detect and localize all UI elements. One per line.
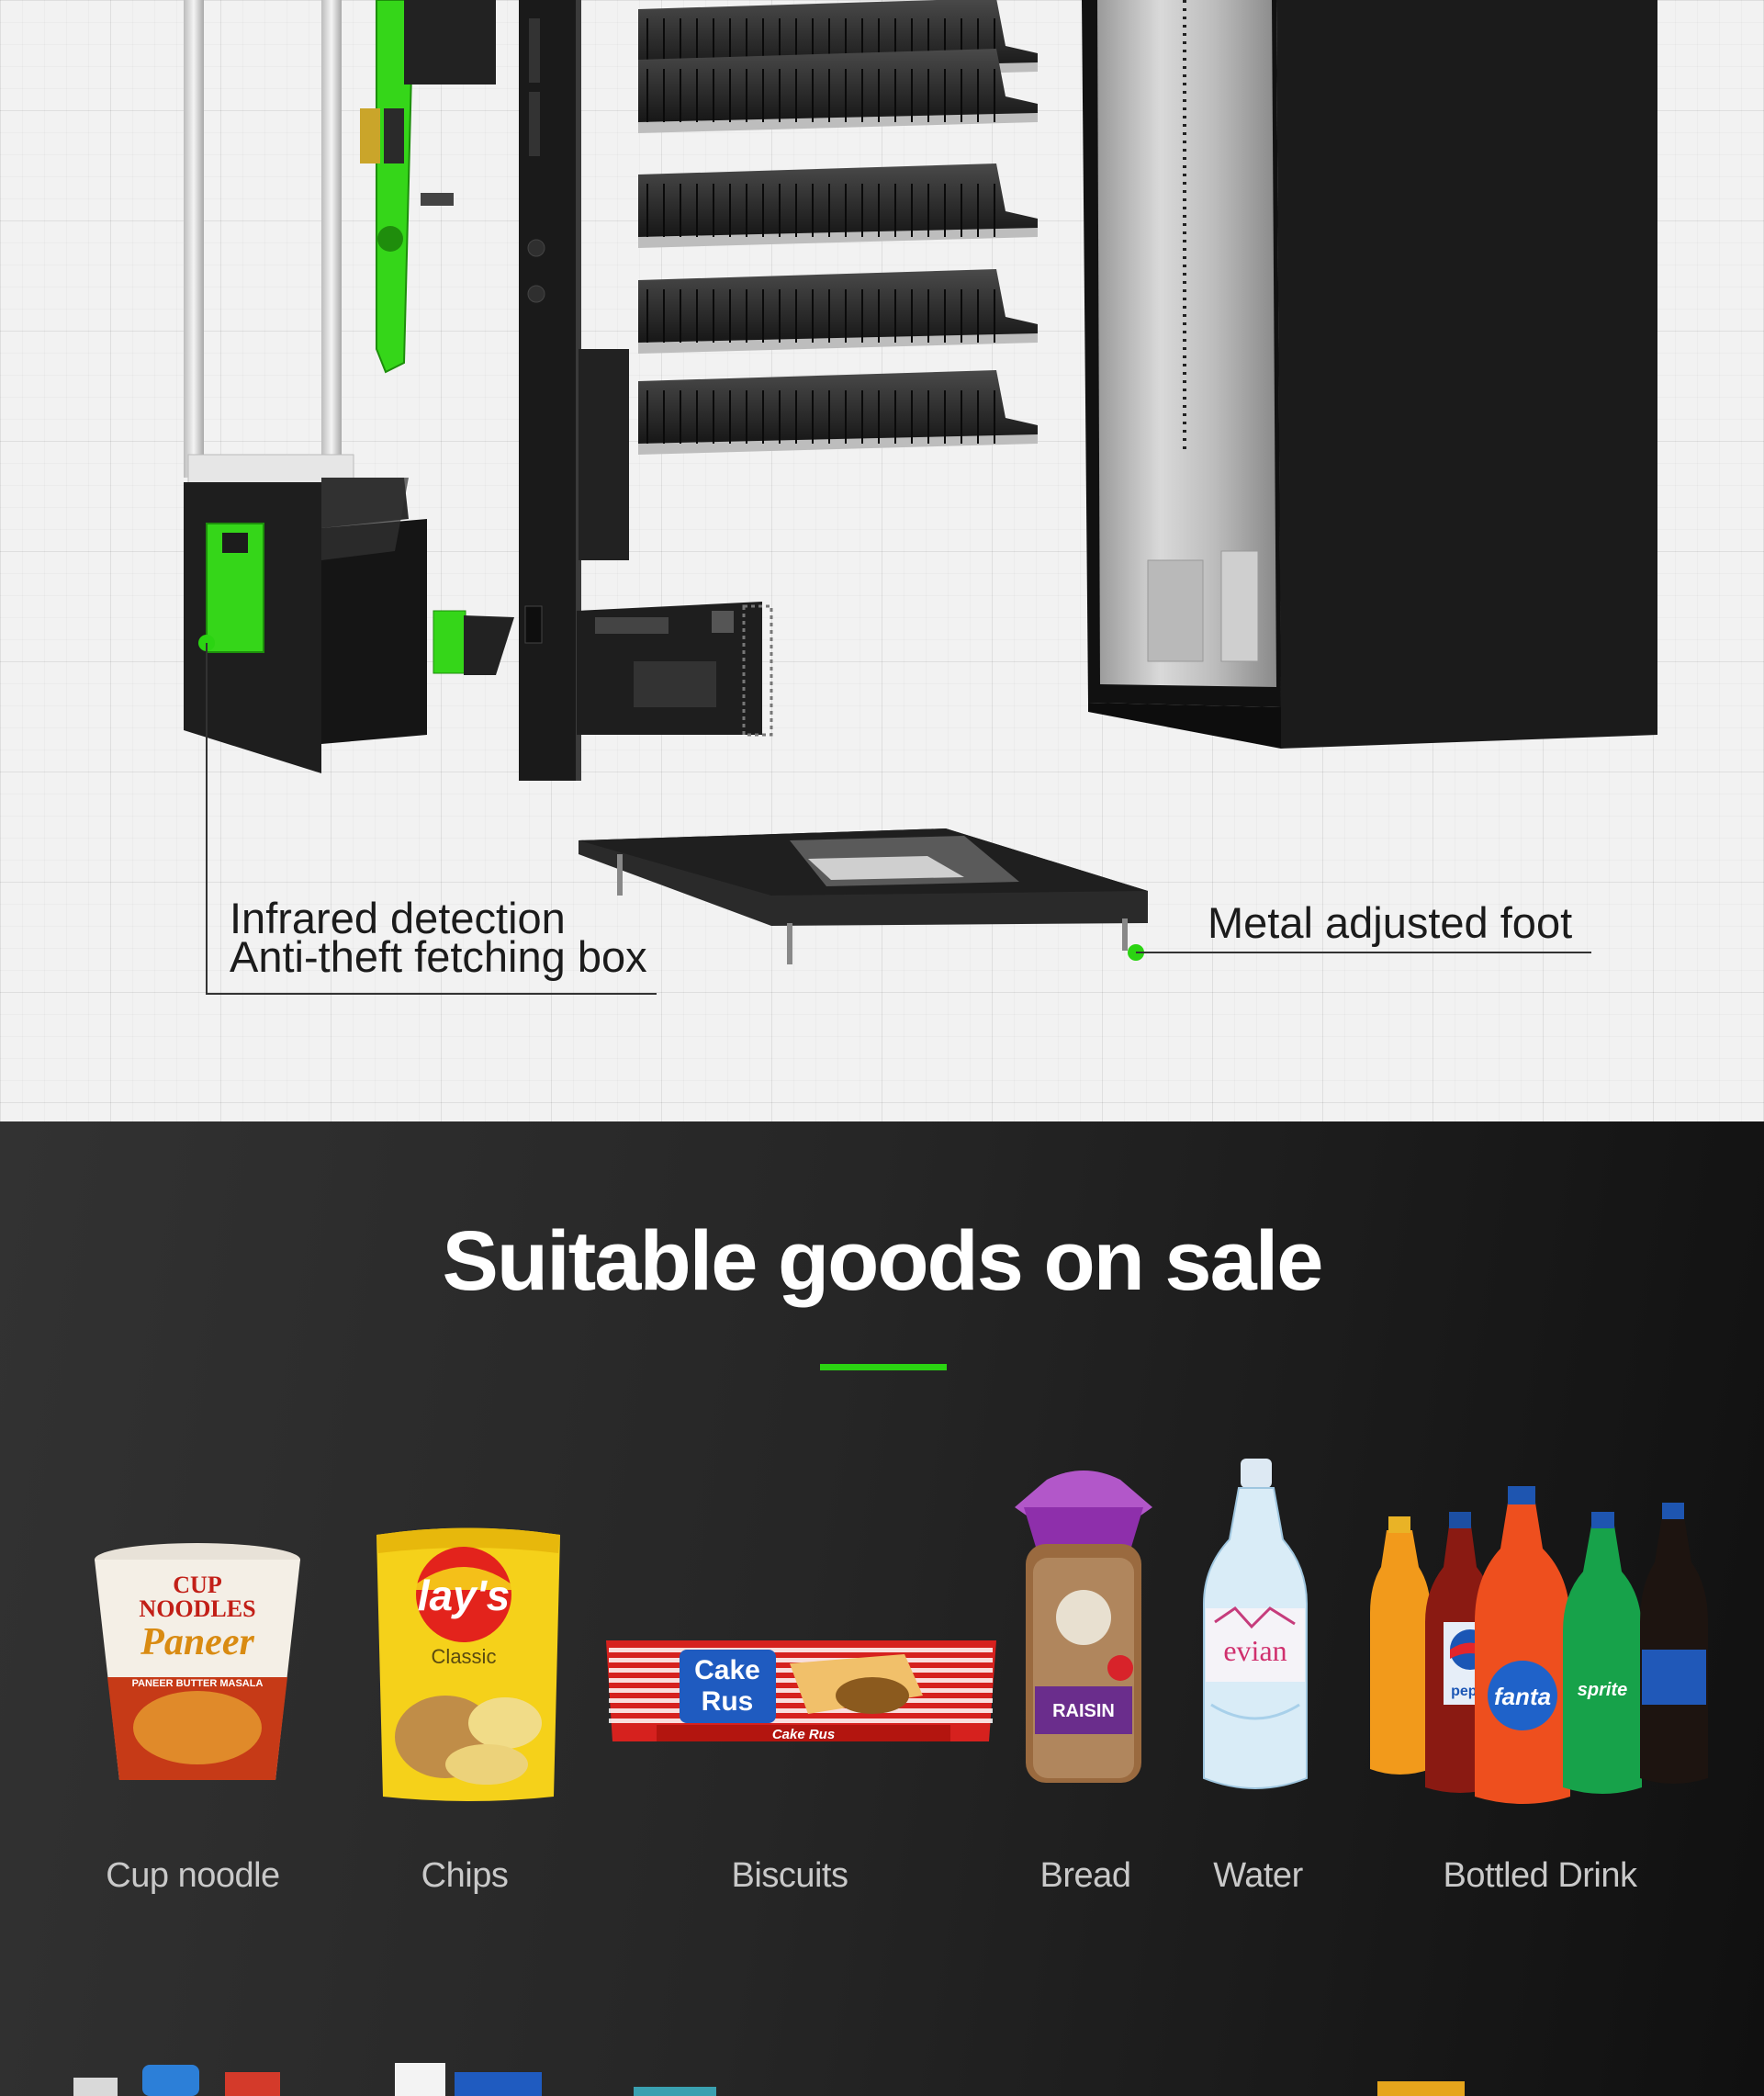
shelf-tray	[638, 269, 1038, 354]
svg-text:Cake Rus: Cake Rus	[772, 1727, 835, 1742]
svg-text:sprite: sprite	[1578, 1680, 1627, 1700]
goods-label-water: Water	[1213, 1856, 1303, 1895]
section-title: Suitable goods on sale	[442, 1214, 1324, 1308]
water-bottle-image: evian	[1203, 1459, 1308, 1789]
chips-bag-image: lay's Classic	[376, 1527, 560, 1801]
svg-text:Rus: Rus	[702, 1686, 754, 1717]
svg-text:fanta: fanta	[1494, 1683, 1551, 1710]
bread-loaf-image: RAISIN	[1015, 1471, 1152, 1783]
svg-text:RAISIN: RAISIN	[1052, 1701, 1115, 1721]
base-plate	[579, 828, 1148, 964]
goods-label-chips: Chips	[421, 1856, 509, 1895]
product-shelves	[638, 0, 1038, 455]
fetching-box-label-line2: Anti-theft fetching box	[230, 932, 647, 981]
soda-bottles-image: pepsi fanta sprite	[1370, 1486, 1708, 1804]
goods-label-bottled-drink: Bottled Drink	[1443, 1856, 1637, 1895]
cup-noodle-image: CUP NOODLES Paneer PANEER BUTTER MASALA	[95, 1543, 300, 1780]
fetching-box	[184, 478, 514, 773]
svg-text:evian: evian	[1223, 1634, 1286, 1667]
door-frame	[184, 0, 354, 492]
goods-label-biscuits: Biscuits	[731, 1856, 848, 1895]
shelf-tray	[638, 163, 1038, 248]
front-side-panel	[519, 0, 581, 781]
svg-text:Classic: Classic	[432, 1645, 497, 1668]
svg-text:PANEER BUTTER MASALA: PANEER BUTTER MASALA	[132, 1678, 264, 1689]
cabinet-body	[1082, 0, 1657, 749]
svg-text:Cake: Cake	[694, 1655, 760, 1685]
shelf-tray	[638, 370, 1038, 455]
exploded-view-section: Infrared detection Anti-theft fetching b…	[0, 0, 1764, 1121]
shelf-tray	[638, 49, 1038, 133]
next-row-products-partial	[73, 2063, 1465, 2096]
goods-label-bread: Bread	[1039, 1856, 1131, 1895]
metal-foot-label: Metal adjusted foot	[1208, 898, 1573, 947]
suitable-goods-section: Suitable goods on sale CUP NOODLES Panee…	[0, 1121, 1764, 2096]
svg-text:NOODLES: NOODLES	[139, 1595, 255, 1622]
title-underline	[820, 1364, 947, 1370]
biscuit-pack-image: Cake Rus Cake Rus	[606, 1640, 996, 1742]
svg-text:lay's: lay's	[418, 1572, 510, 1619]
green-control-board	[360, 0, 496, 374]
power-control-board	[577, 602, 773, 737]
controller-box	[579, 349, 629, 560]
goods-label-cup-noodle: Cup noodle	[106, 1856, 280, 1895]
cup-brand-text: CUP	[173, 1572, 222, 1598]
svg-text:Paneer: Paneer	[140, 1621, 254, 1663]
